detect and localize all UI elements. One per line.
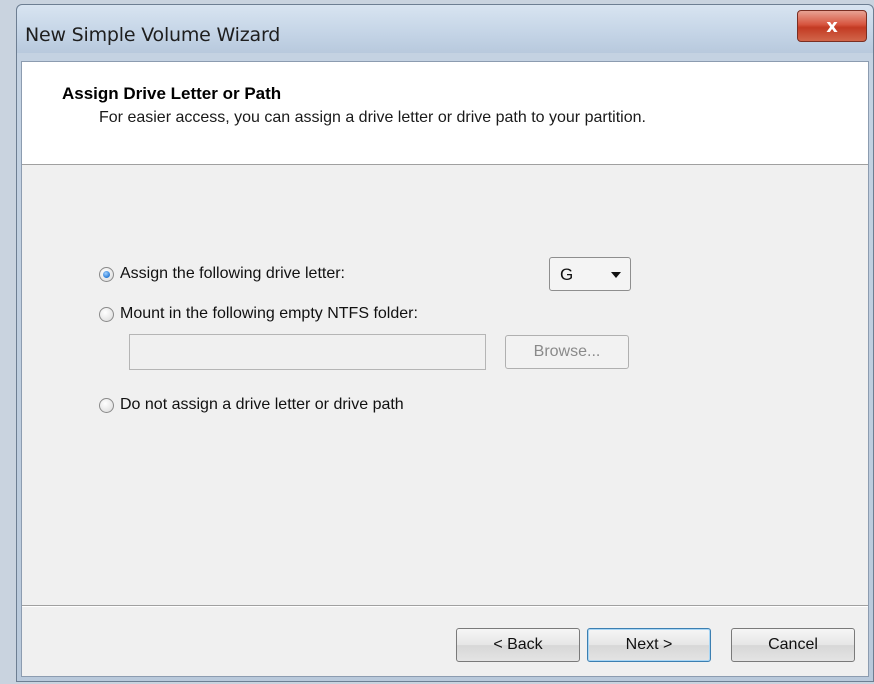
assign-letter-label: Assign the following drive letter:	[120, 265, 345, 282]
mount-folder-label: Mount in the following empty NTFS folder…	[120, 305, 418, 322]
title-bar[interactable]: New Simple Volume Wizard x	[17, 5, 873, 53]
assign-letter-radio[interactable]	[99, 266, 114, 282]
page-subtitle: For easier access, you can assign a driv…	[99, 109, 646, 126]
chevron-down-icon	[611, 272, 621, 278]
next-button[interactable]: Next >	[587, 628, 711, 662]
browse-button[interactable]: Browse...	[505, 335, 629, 369]
cancel-button[interactable]: Cancel	[731, 628, 855, 662]
back-button[interactable]: < Back	[456, 628, 580, 662]
wizard-header: Assign Drive Letter or Path For easier a…	[22, 62, 868, 165]
folder-path-input[interactable]	[129, 334, 486, 370]
window-title: New Simple Volume Wizard	[25, 24, 281, 46]
drive-letter-value: G	[560, 265, 574, 284]
no-assign-radio[interactable]	[99, 397, 114, 413]
footer-divider	[22, 605, 868, 607]
wizard-window: New Simple Volume Wizard x Assign Drive …	[16, 4, 874, 682]
no-assign-option[interactable]: Do not assign a drive letter or drive pa…	[99, 396, 404, 414]
close-button[interactable]: x	[797, 10, 867, 42]
assign-letter-option[interactable]: Assign the following drive letter:	[99, 265, 345, 283]
no-assign-label: Do not assign a drive letter or drive pa…	[120, 396, 404, 413]
wizard-content: Assign Drive Letter or Path For easier a…	[21, 61, 869, 677]
page-title: Assign Drive Letter or Path	[62, 84, 282, 103]
drive-letter-dropdown[interactable]: G	[549, 257, 631, 291]
close-icon: x	[826, 15, 838, 37]
mount-folder-option[interactable]: Mount in the following empty NTFS folder…	[99, 305, 418, 323]
mount-folder-radio[interactable]	[99, 306, 114, 322]
